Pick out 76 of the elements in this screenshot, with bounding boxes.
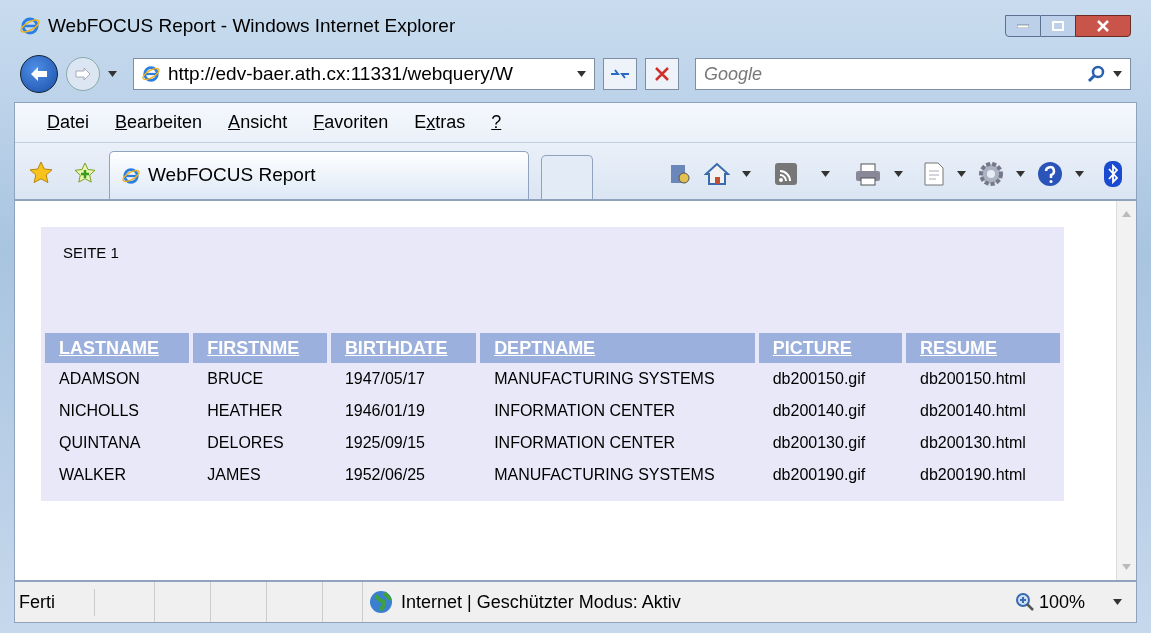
- home-icon[interactable]: [704, 162, 730, 186]
- favorites-star-icon[interactable]: [29, 161, 53, 185]
- table-cell: db200150.gif: [772, 370, 866, 387]
- table-cell: ADAMSON: [59, 370, 140, 387]
- table-cell: 1952/06/25: [344, 466, 425, 483]
- zoom-icon: [1014, 592, 1035, 612]
- table-cell: NICHOLLS: [59, 402, 140, 419]
- feed-icon[interactable]: [775, 163, 797, 185]
- minimize-button[interactable]: [1005, 15, 1041, 37]
- menu-item[interactable]: Datei: [47, 109, 90, 136]
- menu-item[interactable]: ?: [491, 109, 502, 136]
- maximize-button[interactable]: [1041, 15, 1075, 37]
- table-cell: db200190.gif: [772, 466, 866, 483]
- security-zone-text: Internet | Geschützter Modus: Aktiv: [401, 590, 681, 614]
- minimize-icon: [1017, 24, 1029, 28]
- caret-icon[interactable]: [894, 171, 903, 177]
- window-title: WebFOCUS Report - Windows Internet Explorer: [48, 13, 456, 38]
- address-text: http://edv-baer.ath.cx:11331/webquery/W: [168, 61, 513, 86]
- browser-logo-icon: [20, 16, 40, 36]
- table-cell: INFORMATION CENTER: [494, 434, 676, 451]
- caret-icon[interactable]: [957, 171, 966, 177]
- table-cell: WALKER: [59, 466, 126, 483]
- table-cell: MANUFACTURING SYSTEMS: [494, 370, 715, 387]
- table-cell: BRUCE: [207, 370, 264, 387]
- caret-icon[interactable]: [1113, 599, 1122, 605]
- globe-icon: [369, 590, 393, 614]
- caret-icon[interactable]: [577, 71, 586, 77]
- caret-icon[interactable]: [108, 71, 117, 77]
- table-cell: db200190.html: [920, 466, 1026, 483]
- stop-icon: [655, 67, 669, 81]
- menu-item[interactable]: Ansicht: [228, 109, 288, 136]
- browser-logo-icon: [122, 166, 140, 185]
- printer-icon[interactable]: [854, 162, 882, 186]
- caret-icon[interactable]: [1113, 71, 1122, 77]
- table-cell: HEATHER: [207, 402, 283, 419]
- refresh-arrows-icon: [610, 67, 630, 81]
- caret-icon[interactable]: [1075, 171, 1084, 177]
- table-cell: db200140.html: [920, 402, 1026, 419]
- maximize-icon: [1052, 21, 1064, 31]
- browser-tab[interactable]: WebFOCUS Report: [109, 151, 529, 199]
- forward-arrow-icon: [75, 67, 91, 81]
- table-cell: 1947/05/17: [344, 370, 425, 387]
- zoom-button[interactable]: 100%: [1014, 588, 1122, 616]
- table-cell: QUINTANA: [59, 434, 141, 451]
- table-cell: db200130.html: [920, 434, 1026, 451]
- table-cell: db200130.gif: [772, 434, 866, 451]
- menu-item[interactable]: Favoriten: [313, 109, 389, 136]
- menu-item[interactable]: Bearbeiten: [115, 109, 203, 136]
- status-text: Ferti: [15, 588, 95, 616]
- table-cell: db200150.html: [920, 370, 1026, 387]
- table-cell: INFORMATION CENTER: [494, 402, 676, 419]
- browser-logo-icon: [142, 65, 160, 83]
- back-arrow-icon: [30, 66, 48, 82]
- search-field[interactable]: Google: [695, 58, 1131, 90]
- menu-item[interactable]: Extras: [414, 109, 466, 136]
- table-cell: db200140.gif: [772, 402, 866, 419]
- refresh-button[interactable]: [603, 58, 637, 90]
- gear-icon[interactable]: [978, 161, 1004, 187]
- bluetooth-icon[interactable]: [1104, 161, 1122, 187]
- address-bar[interactable]: http://edv-baer.ath.cx:11331/webquery/W: [133, 58, 595, 90]
- table-cell: MANUFACTURING SYSTEMS: [494, 466, 715, 483]
- page-label: SEITE 1: [63, 244, 119, 261]
- close-icon: [1097, 20, 1109, 32]
- search-icon[interactable]: [1087, 65, 1105, 83]
- table-cell: 1946/01/19: [344, 402, 425, 419]
- back-button[interactable]: [20, 55, 58, 93]
- table-cell: JAMES: [207, 466, 261, 483]
- caret-icon[interactable]: [742, 171, 751, 177]
- stop-button[interactable]: [645, 58, 679, 90]
- help-icon[interactable]: [1037, 161, 1063, 187]
- add-favorite-icon[interactable]: [73, 161, 97, 185]
- caret-icon[interactable]: [1016, 171, 1025, 177]
- close-button[interactable]: [1075, 15, 1131, 37]
- table-cell: 1925/09/15: [344, 434, 425, 451]
- caret-icon[interactable]: [821, 171, 830, 177]
- table-cell: DELORES: [207, 434, 284, 451]
